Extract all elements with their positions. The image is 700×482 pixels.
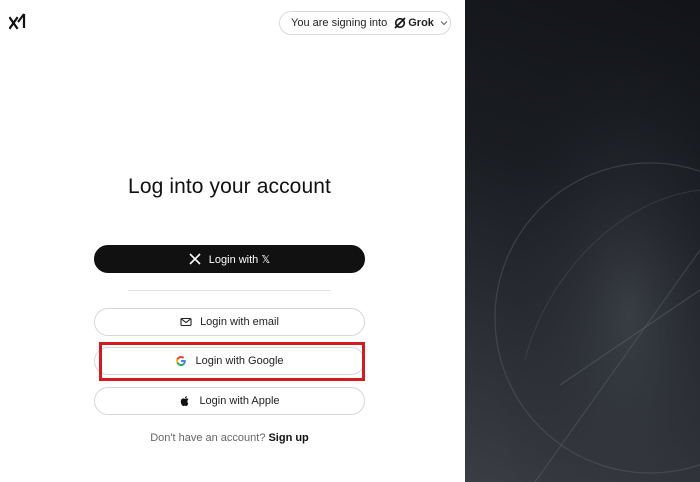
mail-icon (180, 317, 192, 327)
login-with-google-button[interactable]: Login with Google (94, 347, 365, 375)
grok-watermark-graphic (465, 0, 700, 482)
login-with-x-label: Login with 𝕏 (208, 253, 271, 266)
decorative-side-panel (465, 0, 700, 482)
page-title: Log into your account (128, 175, 331, 198)
login-with-google-label: Login with Google (195, 355, 284, 367)
divider (128, 290, 331, 291)
login-panel: You are signing into Grok Log into your … (0, 0, 465, 482)
signup-prompt: Don't have an account? Sign up (0, 432, 459, 444)
xai-logo-icon[interactable] (9, 13, 27, 31)
sign-up-link[interactable]: Sign up (268, 432, 308, 444)
signing-into-label: You are signing into (291, 17, 388, 29)
login-with-apple-label: Login with Apple (199, 395, 280, 407)
google-logo-icon (176, 356, 187, 366)
product-name: Grok (408, 17, 434, 29)
login-with-email-button[interactable]: Login with email (94, 308, 365, 336)
x-logo-icon (189, 253, 201, 265)
login-with-x-button[interactable]: Login with 𝕏 (94, 245, 365, 273)
chevron-down-icon (440, 21, 448, 26)
apple-logo-icon (181, 396, 189, 406)
login-with-email-label: Login with email (200, 316, 279, 328)
product-switcher[interactable]: You are signing into Grok (279, 11, 451, 35)
login-with-apple-button[interactable]: Login with Apple (94, 387, 365, 415)
grok-icon (394, 17, 406, 29)
signup-prompt-text: Don't have an account? (150, 432, 266, 444)
